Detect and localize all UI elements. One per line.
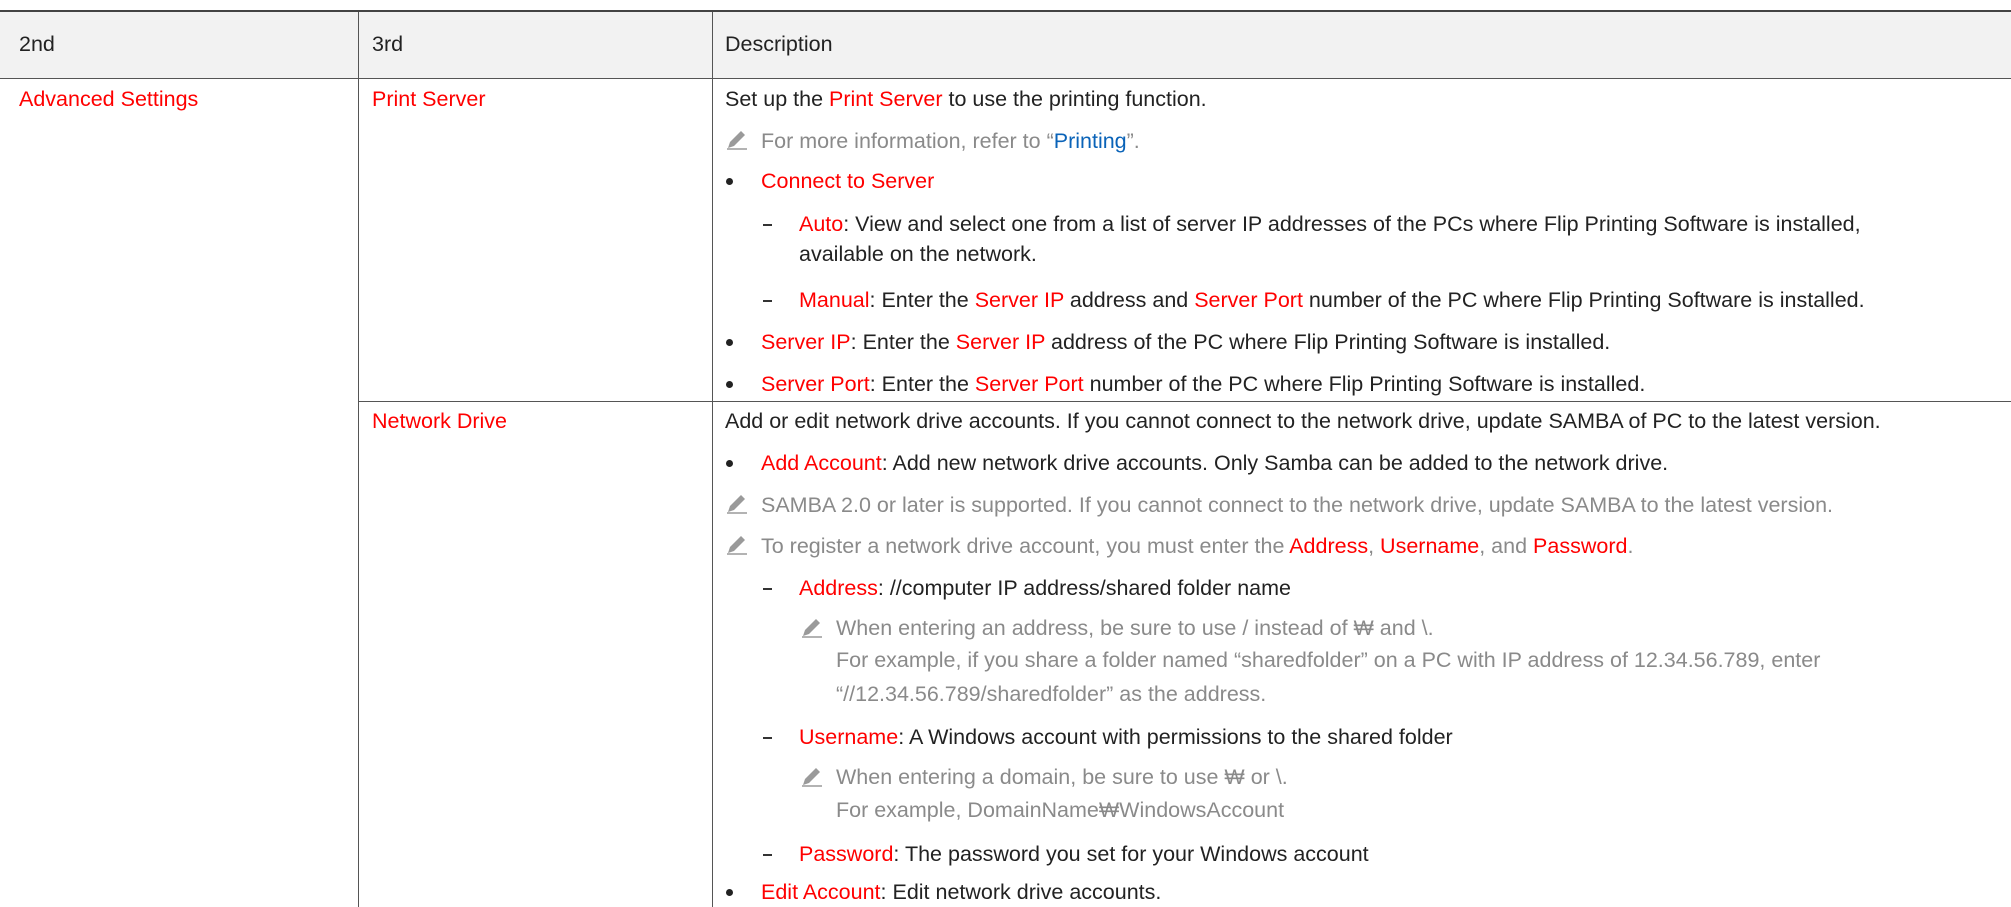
manual-item: Manual: Enter the Server IP address and … bbox=[799, 288, 1865, 312]
username-note-line-2: For example, DomainName₩WindowsAccount bbox=[836, 798, 1285, 822]
auto-item-continued: available on the network. bbox=[799, 242, 1037, 266]
pencil-note-icon bbox=[727, 131, 747, 150]
register-account-note: To register a network drive account, you… bbox=[761, 534, 1634, 558]
username-note-line-1: When entering a domain, be sure to use ₩… bbox=[836, 765, 1288, 789]
column-divider-1 bbox=[358, 12, 359, 907]
edit-account-item: Edit Account: Edit network drive account… bbox=[761, 880, 1162, 904]
auto-item: Auto: View and select one from a list of… bbox=[799, 212, 1861, 236]
pencil-note-icon bbox=[802, 768, 822, 787]
dash-icon bbox=[763, 854, 772, 856]
network-drive-label: Network Drive bbox=[372, 409, 507, 433]
header-3rd: 3rd bbox=[372, 32, 404, 56]
bullet-icon bbox=[726, 339, 733, 346]
connect-to-server-item: Connect to Server bbox=[761, 169, 935, 193]
advanced-settings-label: Advanced Settings bbox=[19, 87, 199, 111]
dash-icon bbox=[763, 224, 772, 226]
row-divider bbox=[358, 401, 2011, 402]
username-item: Username: A Windows account with permiss… bbox=[799, 725, 1453, 749]
column-divider-2 bbox=[712, 12, 713, 907]
print-server-intro: Set up the Print Server to use the print… bbox=[725, 87, 1207, 111]
password-item: Password: The password you set for your … bbox=[799, 842, 1369, 866]
address-note-line-3: “//12.34.56.789/sharedfolder” as the add… bbox=[836, 682, 1267, 706]
table-header bbox=[0, 12, 2011, 78]
pencil-note-icon bbox=[727, 495, 747, 514]
print-server-note: For more information, refer to “Printing… bbox=[761, 129, 1140, 153]
bullet-icon bbox=[726, 460, 733, 467]
samba-version-note: SAMBA 2.0 or later is supported. If you … bbox=[761, 493, 1834, 517]
table-top-border bbox=[0, 10, 2011, 12]
address-note-line-2: For example, if you share a folder named… bbox=[836, 648, 1821, 672]
header-2nd: 2nd bbox=[19, 32, 55, 56]
dash-icon bbox=[763, 588, 772, 590]
header-divider bbox=[0, 78, 2011, 79]
dash-icon bbox=[763, 300, 772, 302]
network-drive-intro: Add or edit network drive accounts. If y… bbox=[725, 409, 1881, 433]
address-item: Address: //computer IP address/shared fo… bbox=[799, 576, 1291, 600]
server-ip-item: Server IP: Enter the Server IP address o… bbox=[761, 330, 1611, 354]
server-port-item: Server Port: Enter the Server Port numbe… bbox=[761, 372, 1646, 396]
print-server-label: Print Server bbox=[372, 87, 486, 111]
header-description: Description bbox=[725, 32, 833, 56]
bullet-icon bbox=[726, 381, 733, 388]
address-note-line-1: When entering an address, be sure to use… bbox=[836, 616, 1434, 640]
dash-icon bbox=[763, 737, 772, 739]
pencil-note-icon bbox=[727, 536, 747, 555]
add-account-item: Add Account: Add new network drive accou… bbox=[761, 451, 1669, 475]
bullet-icon bbox=[726, 178, 733, 185]
bullet-icon bbox=[726, 889, 733, 896]
pencil-note-icon bbox=[802, 619, 822, 638]
